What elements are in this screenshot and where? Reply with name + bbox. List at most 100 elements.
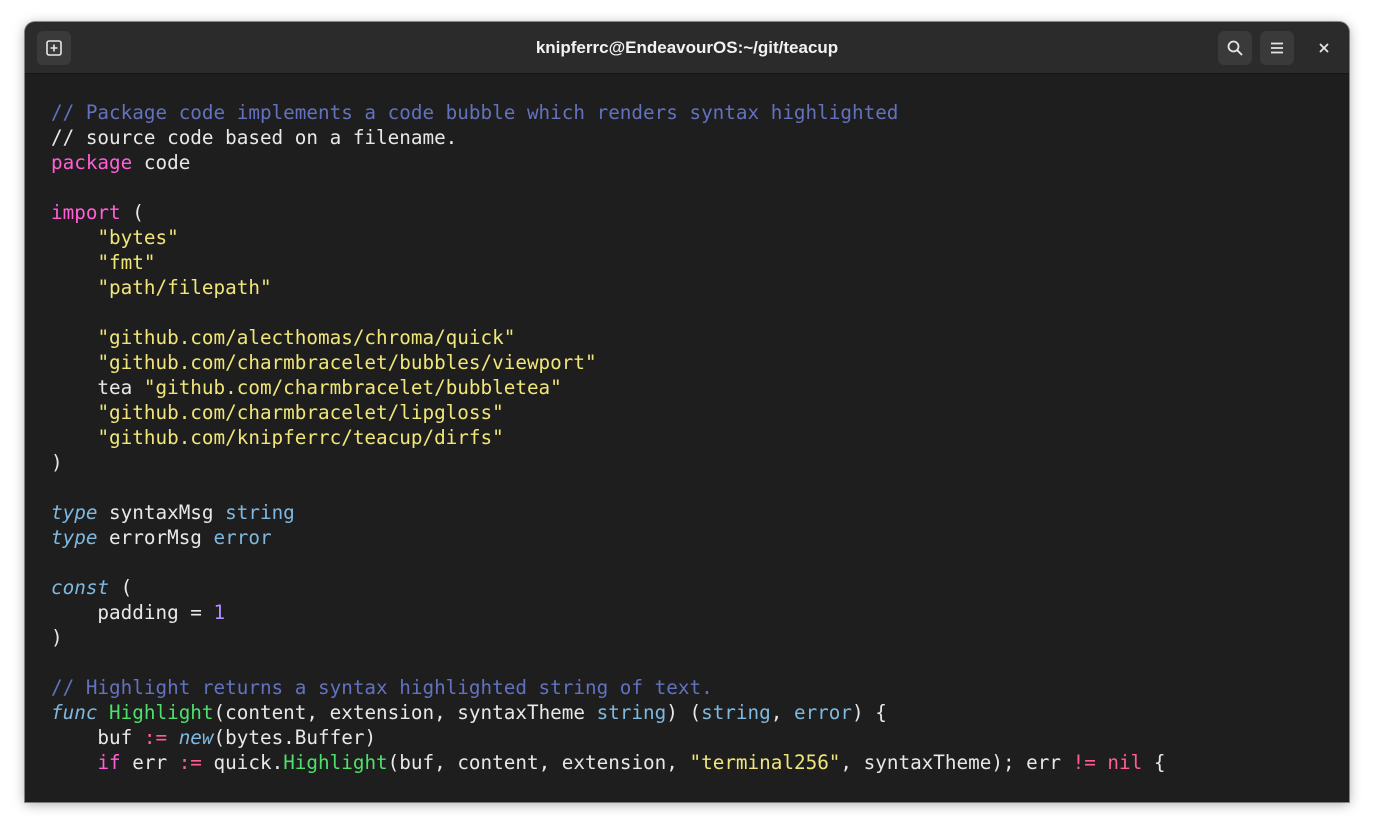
code-token: != bbox=[1072, 751, 1096, 774]
code-token: padding = bbox=[51, 601, 214, 624]
code-line: const ( bbox=[51, 575, 1339, 600]
code-line: if err := quick.Highlight(buf, content, … bbox=[51, 750, 1339, 775]
code-line: tea "github.com/charmbracelet/bubbletea" bbox=[51, 375, 1339, 400]
code-token: string bbox=[596, 701, 667, 724]
code-token: error bbox=[213, 526, 272, 549]
code-token: string bbox=[225, 501, 295, 524]
code-line: "bytes" bbox=[51, 225, 1339, 250]
code-token: if bbox=[97, 751, 121, 774]
code-token: type bbox=[51, 501, 98, 524]
code-line: ) bbox=[51, 625, 1339, 650]
code-token: // Highlight returns a syntax highlighte… bbox=[51, 676, 713, 699]
code-token: "github.com/charmbracelet/bubbletea" bbox=[143, 376, 562, 399]
code-token: := bbox=[143, 726, 168, 749]
code-token: new bbox=[178, 726, 214, 749]
window-title: knipferrc@EndeavourOS:~/git/teacup bbox=[535, 38, 839, 57]
code-token: ) bbox=[51, 451, 63, 474]
code-token: errorMsg bbox=[97, 526, 214, 549]
code-line: type syntaxMsg string bbox=[51, 500, 1339, 525]
code-line: ) bbox=[51, 450, 1339, 475]
code-token: error bbox=[793, 701, 853, 724]
code-token: syntaxMsg bbox=[97, 501, 226, 524]
code-token: ) bbox=[51, 626, 63, 649]
code-token: "terminal256" bbox=[689, 751, 841, 774]
code-token: , syntaxTheme); err bbox=[840, 751, 1073, 774]
code-line: // Package code implements a code bubble… bbox=[51, 100, 1339, 125]
code-token: "bytes" bbox=[97, 226, 179, 249]
main-menu-button[interactable] bbox=[1260, 31, 1294, 65]
code-token: const bbox=[51, 576, 110, 599]
code-token: package bbox=[51, 151, 133, 174]
code-token: func bbox=[51, 701, 98, 724]
code-line: "github.com/charmbracelet/lipgloss" bbox=[51, 400, 1339, 425]
code-token: // source code based on a filename. bbox=[51, 126, 458, 149]
close-icon bbox=[1317, 41, 1331, 55]
hamburger-menu-icon bbox=[1268, 39, 1286, 57]
code-line: import ( bbox=[51, 200, 1339, 225]
code-token: { bbox=[1142, 751, 1166, 774]
code-token: nil bbox=[1107, 751, 1143, 774]
close-button[interactable] bbox=[1307, 31, 1341, 65]
code-line: // Highlight returns a syntax highlighte… bbox=[51, 675, 1339, 700]
code-line: "github.com/charmbracelet/bubbles/viewpo… bbox=[51, 350, 1339, 375]
code-token: (content, extension, syntaxTheme bbox=[213, 701, 597, 724]
code-token: tea bbox=[51, 376, 144, 399]
code-line: type errorMsg error bbox=[51, 525, 1339, 550]
code-token: "fmt" bbox=[97, 251, 156, 274]
terminal-output[interactable]: // Package code implements a code bubble… bbox=[51, 100, 1339, 775]
code-token: Highlight bbox=[283, 751, 388, 774]
code-token: ) ( bbox=[666, 701, 702, 724]
code-line: "github.com/knipferrc/teacup/dirfs" bbox=[51, 425, 1339, 450]
code-token: Highlight bbox=[109, 701, 214, 724]
code-line: package code bbox=[51, 150, 1339, 175]
code-token: quick. bbox=[201, 751, 284, 774]
code-token: (bytes.Buffer) bbox=[213, 726, 377, 749]
code-token: // Package code implements a code bubble… bbox=[51, 101, 899, 124]
code-token: (buf, content, extension, bbox=[387, 751, 690, 774]
code-token: import bbox=[51, 201, 121, 224]
code-token: err bbox=[120, 751, 179, 774]
code-token: , bbox=[770, 701, 794, 724]
code-line: func Highlight(content, extension, synta… bbox=[51, 700, 1339, 725]
code-token: := bbox=[178, 751, 202, 774]
code-token: type bbox=[51, 526, 98, 549]
code-token: 1 bbox=[213, 601, 226, 624]
code-token: string bbox=[701, 701, 771, 724]
code-token: "github.com/alecthomas/chroma/quick" bbox=[97, 326, 516, 349]
code-token: ( bbox=[120, 201, 144, 224]
title-bar: knipferrc@EndeavourOS:~/git/teacup bbox=[25, 22, 1349, 74]
code-token: "path/filepath" bbox=[97, 276, 272, 299]
code-token: "github.com/knipferrc/teacup/dirfs" bbox=[97, 426, 504, 449]
code-token: "github.com/charmbracelet/bubbles/viewpo… bbox=[97, 351, 597, 374]
code-token: "github.com/charmbracelet/lipgloss" bbox=[97, 401, 504, 424]
terminal-window: knipferrc@EndeavourOS:~/git/teacup // Pa… bbox=[25, 22, 1349, 802]
code-line: "path/filepath" bbox=[51, 275, 1339, 300]
code-token: ( bbox=[109, 576, 133, 599]
search-icon bbox=[1226, 39, 1244, 57]
code-line: "github.com/alecthomas/chroma/quick" bbox=[51, 325, 1339, 350]
code-line: "fmt" bbox=[51, 250, 1339, 275]
code-line: // source code based on a filename. bbox=[51, 125, 1339, 150]
code-line: padding = 1 bbox=[51, 600, 1339, 625]
search-button[interactable] bbox=[1218, 31, 1252, 65]
code-token: buf bbox=[51, 726, 144, 749]
code-token: ) { bbox=[852, 701, 887, 724]
code-line: buf := new(bytes.Buffer) bbox=[51, 725, 1339, 750]
code-token: code bbox=[132, 151, 191, 174]
